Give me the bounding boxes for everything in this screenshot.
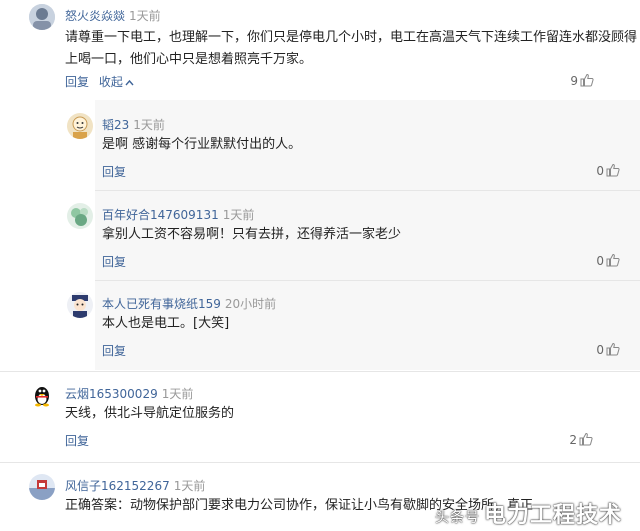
comment-text: 拿别人工资不容易啊！只有去拼，还得养活一家老少 xyxy=(102,227,402,242)
username-text[interactable]: 百年好合147609131 xyxy=(102,208,219,222)
collapse-button[interactable]: 收起 xyxy=(99,75,134,89)
like-count: 0 xyxy=(596,343,604,357)
thumbs-up-icon xyxy=(606,163,620,177)
avatar[interactable] xyxy=(67,113,93,139)
thumbs-up-icon xyxy=(580,73,594,87)
comment-text: 天线，供北斗导航定位服务的 xyxy=(65,406,235,421)
timestamp: 1天前 xyxy=(173,479,206,493)
username[interactable]: 云烟165300029 1天前 xyxy=(65,385,193,402)
watermark-prefix: 头条号 xyxy=(434,510,480,526)
watermark: 头条号 电力工程技术 xyxy=(435,497,622,529)
reply-button[interactable]: 回复 xyxy=(102,163,126,180)
username-text[interactable]: 怒火炎焱燚 xyxy=(65,9,125,23)
reply-button[interactable]: 回复 xyxy=(65,432,89,449)
avatar[interactable] xyxy=(29,4,55,30)
comment-text: 请尊重一下电工，也理解一下，你们只是停电几个小时，电工在高温天气下连续工作留连水… xyxy=(65,27,637,71)
like-button[interactable]: 2 xyxy=(543,432,593,447)
reply-button[interactable]: 回复 xyxy=(102,342,126,359)
like-count: 2 xyxy=(569,433,577,447)
avatar[interactable] xyxy=(29,474,55,500)
like-count: 0 xyxy=(596,254,604,268)
avatar[interactable] xyxy=(67,292,93,318)
divider xyxy=(95,280,640,281)
like-button[interactable]: 0 xyxy=(570,163,620,178)
reply-button[interactable]: 回复 xyxy=(102,253,126,270)
username-text[interactable]: 风信子162152267 xyxy=(65,479,170,493)
comment-text: 本人也是电工。[大笑] xyxy=(102,316,230,331)
username[interactable]: 本人已死有事烧纸159 20小时前 xyxy=(102,295,276,312)
chevron-up-icon xyxy=(125,79,134,86)
thumbs-up-icon xyxy=(579,432,593,446)
timestamp: 1天前 xyxy=(129,9,161,23)
username[interactable]: 百年好合147609131 1天前 xyxy=(102,206,254,223)
watermark-text: 电力工程技术 xyxy=(483,503,622,528)
comment-text-line: 上喝一口，他们心中只是想着照亮千万家。 xyxy=(65,52,313,67)
timestamp: 1天前 xyxy=(161,387,194,401)
collapse-label: 收起 xyxy=(98,75,123,89)
like-count: 0 xyxy=(596,164,604,178)
comment-text: 是啊 感谢每个行业默默付出的人。 xyxy=(102,137,302,152)
username[interactable]: 风信子162152267 1天前 xyxy=(65,477,205,494)
like-button[interactable]: 0 xyxy=(570,342,620,357)
divider xyxy=(0,462,640,463)
username[interactable]: 怒火炎焱燚 1天前 xyxy=(65,7,161,24)
comment-text-line: 请尊重一下电工，也理解一下，你们只是停电几个小时，电工在高温天气下连续工作留连水… xyxy=(65,30,638,45)
divider xyxy=(0,371,640,372)
avatar[interactable] xyxy=(67,203,93,229)
thumbs-up-icon xyxy=(606,342,620,356)
divider xyxy=(95,190,640,191)
username-text[interactable]: 韬23 xyxy=(102,118,129,132)
username-text[interactable]: 本人已死有事烧纸159 xyxy=(102,297,221,311)
like-button[interactable]: 9 xyxy=(544,73,594,88)
username[interactable]: 韬23 1天前 xyxy=(102,116,165,133)
like-button[interactable]: 0 xyxy=(570,253,620,268)
like-count: 9 xyxy=(570,74,578,88)
thumbs-up-icon xyxy=(606,253,620,267)
timestamp: 20小时前 xyxy=(224,297,277,311)
avatar[interactable] xyxy=(29,382,55,408)
reply-row: 回复 收起 xyxy=(65,73,134,90)
timestamp: 1天前 xyxy=(133,118,165,132)
timestamp: 1天前 xyxy=(222,208,255,222)
username-text[interactable]: 云烟165300029 xyxy=(65,387,158,401)
reply-button[interactable]: 回复 xyxy=(65,75,89,89)
